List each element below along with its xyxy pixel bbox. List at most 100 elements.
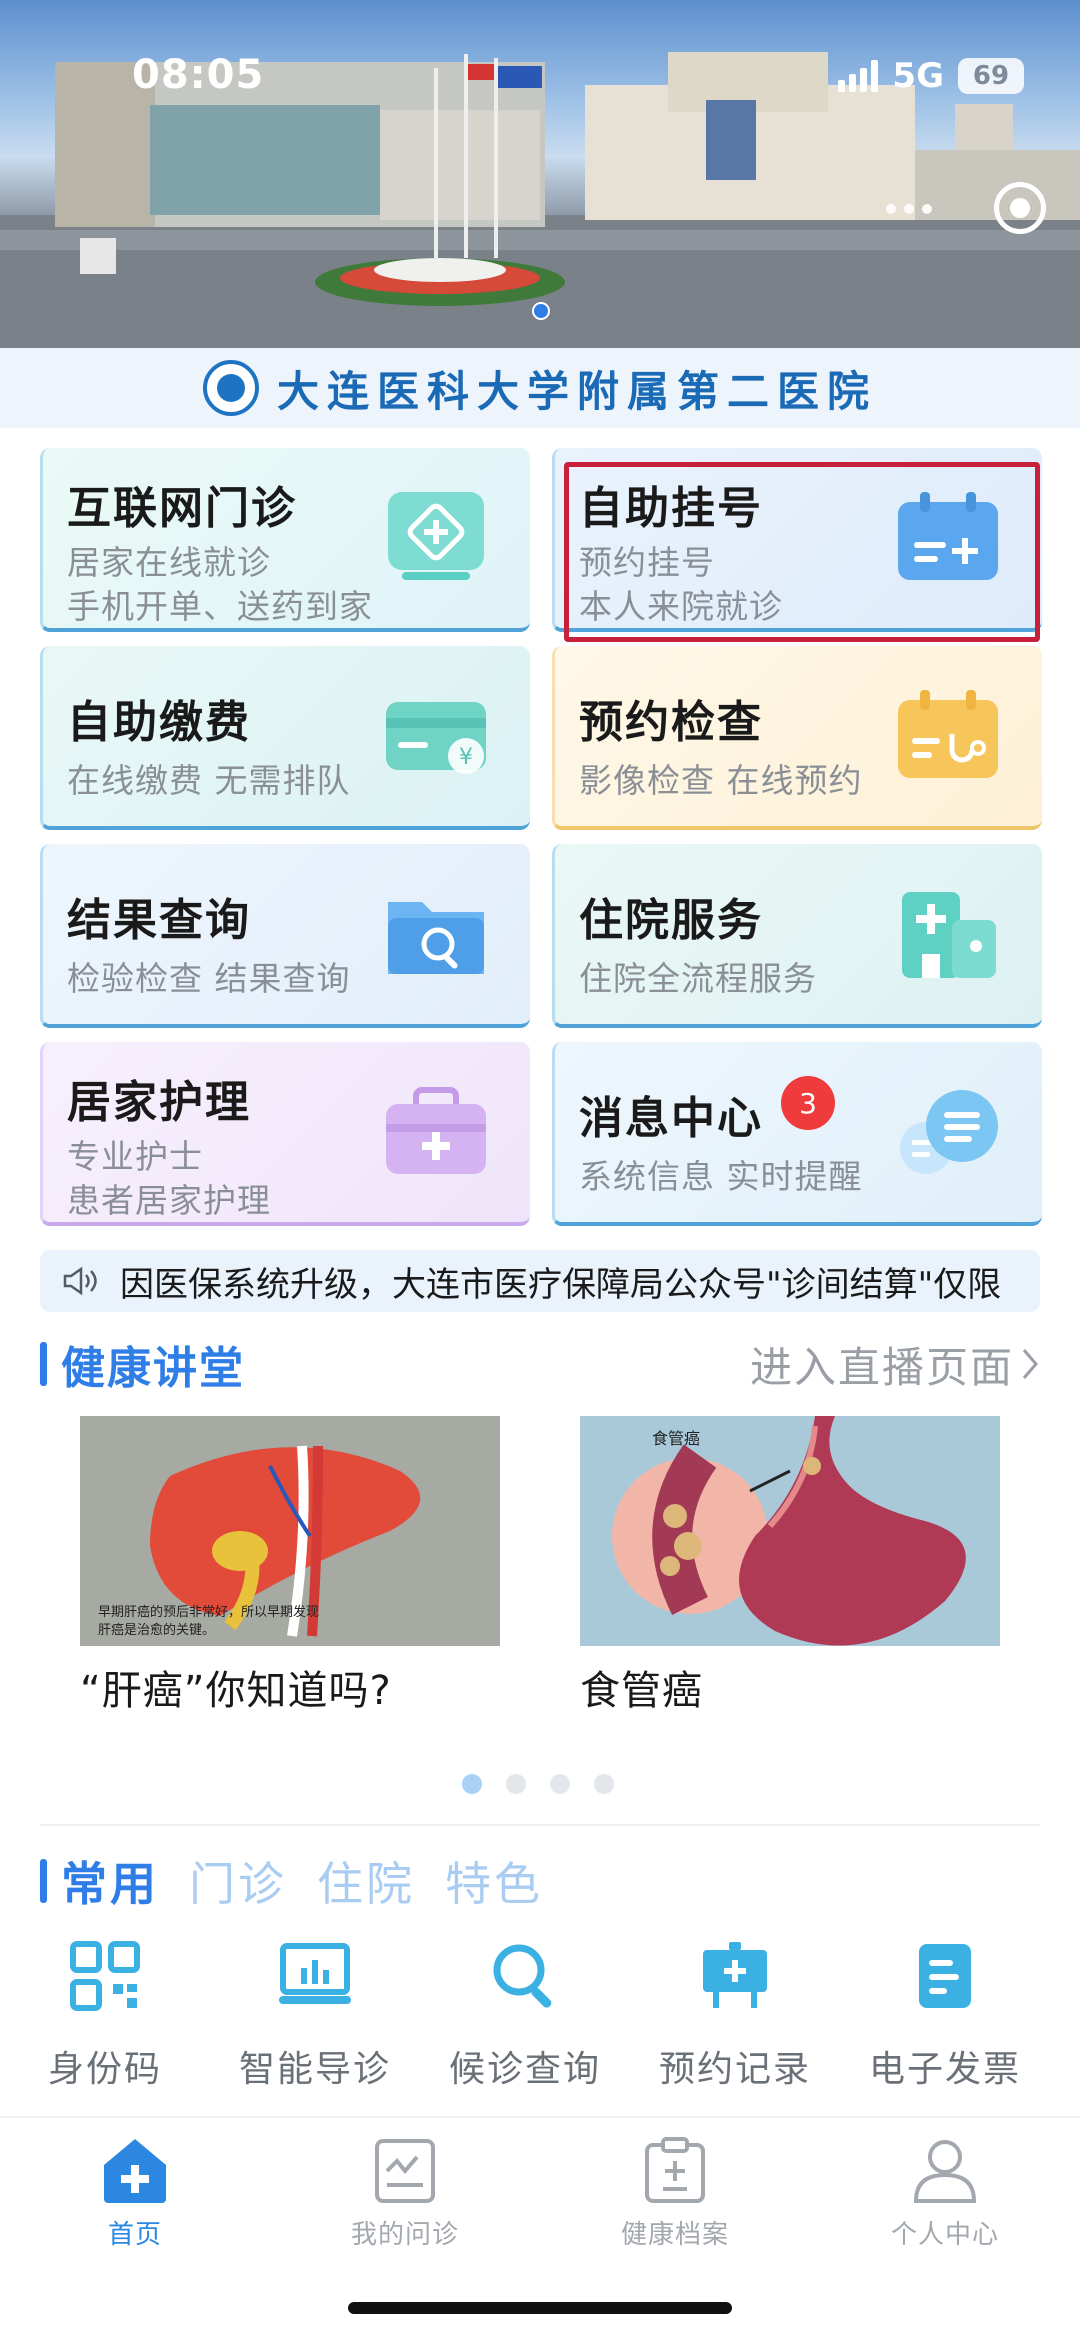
nav-label: 健康档案 <box>620 2220 729 2250</box>
card-title: 预约检查 <box>579 697 763 748</box>
guide-screen-icon <box>275 1936 355 2016</box>
section-divider <box>40 1824 1040 1826</box>
card-subtitle: 专业护士 <box>67 1137 203 1176</box>
user-icon <box>907 2132 983 2208</box>
record-board-icon <box>695 1936 775 2016</box>
status-time: 08:05 <box>132 52 265 98</box>
card-subtitle: 在线缴费 无需排队 <box>67 761 351 800</box>
card-subtitle-2: 患者居家护理 <box>67 1181 271 1220</box>
signal-icon <box>838 60 879 92</box>
svg-text:¥: ¥ <box>459 745 473 770</box>
more-options-icon[interactable] <box>886 204 932 214</box>
section-title-text: 健康讲堂 <box>61 1343 245 1394</box>
thumb-caption: 食管癌 <box>652 1429 700 1448</box>
card-title: 居家护理 <box>67 1077 251 1128</box>
card-title: 互联网门诊 <box>67 483 297 534</box>
lecture-carousel-dots <box>462 1774 614 1794</box>
card-subtitle: 居家在线就诊 <box>67 543 271 582</box>
hospital-title-strip: 大连医科大学附属第二医院 <box>0 348 1080 428</box>
nav-my-consultation[interactable]: 我的问诊 <box>270 2132 540 2251</box>
service-card-self-registration[interactable]: 自助挂号 预约挂号 本人来院就诊 <box>552 448 1042 632</box>
card-subtitle-2: 本人来院就诊 <box>579 587 783 626</box>
section-title: 健康讲堂 <box>40 1332 245 1396</box>
tool-label: 身份码 <box>47 2049 162 2090</box>
service-card-self-payment[interactable]: 自助缴费 在线缴费 无需排队 ¥ <box>40 646 530 830</box>
registration-card-icon <box>898 492 998 580</box>
nav-health-record[interactable]: 健康档案 <box>540 2132 810 2251</box>
tool-smart-guide[interactable]: 智能导诊 <box>210 1936 420 2092</box>
nav-label: 个人中心 <box>890 2220 999 2250</box>
consultation-icon <box>367 2132 443 2208</box>
enter-live-label: 进入直播页面 <box>749 1342 1014 1392</box>
home-plus-icon <box>97 2132 173 2208</box>
tab-featured[interactable]: 特色 <box>445 1848 543 1914</box>
notice-text: 因医保系统升级，大连市医疗保障局公众号"诊间结算"仅限 <box>120 1264 1002 1305</box>
hospital-banner[interactable]: 08:05 5G 69 <box>0 0 1080 348</box>
service-card-inpatient-service[interactable]: 住院服务 住院全流程服务 <box>552 844 1042 1028</box>
tool-label: 预约记录 <box>658 2049 811 2090</box>
lecture-title: 食管癌 <box>580 1668 703 1714</box>
thumb-caption-line1: 早期肝癌的预后非常好，所以早期发现 <box>98 1604 319 1620</box>
tab-inpatient[interactable]: 住院 <box>317 1848 415 1914</box>
service-card-home-nursing[interactable]: 居家护理 专业护士 患者居家护理 <box>40 1042 530 1226</box>
service-card-exam-booking[interactable]: 预约检查 影像检查 在线预约 <box>552 646 1042 830</box>
nav-home[interactable]: 首页 <box>0 2132 270 2251</box>
qr-code-icon <box>65 1936 145 2016</box>
liver-illustration: 早期肝癌的预后非常好，所以早期发现 肝癌是治愈的关键。 <box>80 1416 500 1646</box>
card-title: 住院服务 <box>579 895 763 946</box>
quick-tools: 身份码 智能导诊 候诊查询 预约记录 电子发票 <box>0 1936 1080 2092</box>
chat-bubble-icon <box>900 1090 998 1174</box>
lecture-thumbnail: 早期肝癌的预后非常好，所以早期发现 肝癌是治愈的关键。 <box>80 1416 500 1646</box>
service-card-online-clinic[interactable]: 互联网门诊 居家在线就诊 手机开单、送药到家 <box>40 448 530 632</box>
record-icon[interactable] <box>994 182 1046 234</box>
tool-label: 智能导诊 <box>238 2049 391 2090</box>
tab-outpatient[interactable]: 门诊 <box>189 1848 287 1914</box>
lecture-thumbnail: 食管癌 <box>580 1416 1000 1646</box>
chevron-right-icon <box>1022 1349 1038 1379</box>
tool-id-code[interactable]: 身份码 <box>0 1936 210 2092</box>
tab-common[interactable]: 常用 <box>61 1848 159 1914</box>
card-subtitle: 系统信息 实时提醒 <box>579 1157 863 1196</box>
medical-kit-icon <box>386 1087 486 1174</box>
card-title: 自助缴费 <box>67 697 251 748</box>
service-card-message-center[interactable]: 消息中心 3 系统信息 实时提醒 <box>552 1042 1042 1226</box>
home-indicator[interactable] <box>348 2302 732 2314</box>
hospital-name: 大连医科大学附属第二医院 <box>276 366 877 416</box>
hospital-logo-icon <box>202 360 259 416</box>
invoice-icon <box>905 1936 985 2016</box>
card-title: 结果查询 <box>67 895 251 946</box>
esophagus-illustration: 食管癌 <box>580 1416 1000 1646</box>
card-subtitle: 住院全流程服务 <box>579 959 817 998</box>
tool-e-invoice[interactable]: 电子发票 <box>840 1936 1050 2092</box>
card-subtitle-2: 手机开单、送药到家 <box>67 587 373 626</box>
thumb-caption-line2: 肝癌是治愈的关键。 <box>98 1622 215 1638</box>
health-lecture-header: 健康讲堂 进入直播页面 <box>40 1334 1040 1395</box>
folder-search-icon <box>388 902 484 974</box>
nav-label: 我的问诊 <box>350 2220 459 2250</box>
hospital-building-icon <box>902 892 996 978</box>
tool-waiting-query[interactable]: 候诊查询 <box>420 1936 630 2092</box>
card-subtitle: 预约挂号 <box>579 543 715 582</box>
banner-page-indicator <box>532 302 550 320</box>
network-type: 5G <box>892 56 944 96</box>
enter-live-link[interactable]: 进入直播页面 <box>750 1334 1040 1395</box>
nav-personal-center[interactable]: 个人中心 <box>810 2132 1080 2251</box>
lecture-card-liver-cancer[interactable]: 早期肝癌的预后非常好，所以早期发现 肝癌是治愈的关键。 “肝癌”你知道吗? <box>80 1416 500 1716</box>
nav-label: 首页 <box>107 2220 162 2250</box>
tool-label: 电子发票 <box>868 2049 1021 2090</box>
category-tabs: 常用 门诊 住院 特色 <box>40 1848 543 1914</box>
notice-bar[interactable]: 因医保系统升级，大连市医疗保障局公众号"诊间结算"仅限 <box>40 1250 1040 1312</box>
status-indicators: 5G 69 <box>838 56 1024 96</box>
card-subtitle: 影像检查 在线预约 <box>579 761 863 800</box>
hospital-cross-icon <box>388 492 484 580</box>
tool-booking-records[interactable]: 预约记录 <box>630 1936 840 2092</box>
lecture-card-esophageal-cancer[interactable]: 食管癌 食管癌 <box>580 1416 1000 1716</box>
payment-card-icon: ¥ <box>386 702 486 774</box>
lecture-title: “肝癌”你知道吗? <box>80 1668 392 1714</box>
card-title: 消息中心 <box>579 1093 763 1144</box>
service-card-result-query[interactable]: 结果查询 检验检查 结果查询 <box>40 844 530 1028</box>
speaker-icon <box>40 1266 120 1296</box>
card-title: 自助挂号 <box>579 483 763 534</box>
battery-icon: 69 <box>958 58 1024 94</box>
card-subtitle: 检验检查 结果查询 <box>67 959 351 998</box>
